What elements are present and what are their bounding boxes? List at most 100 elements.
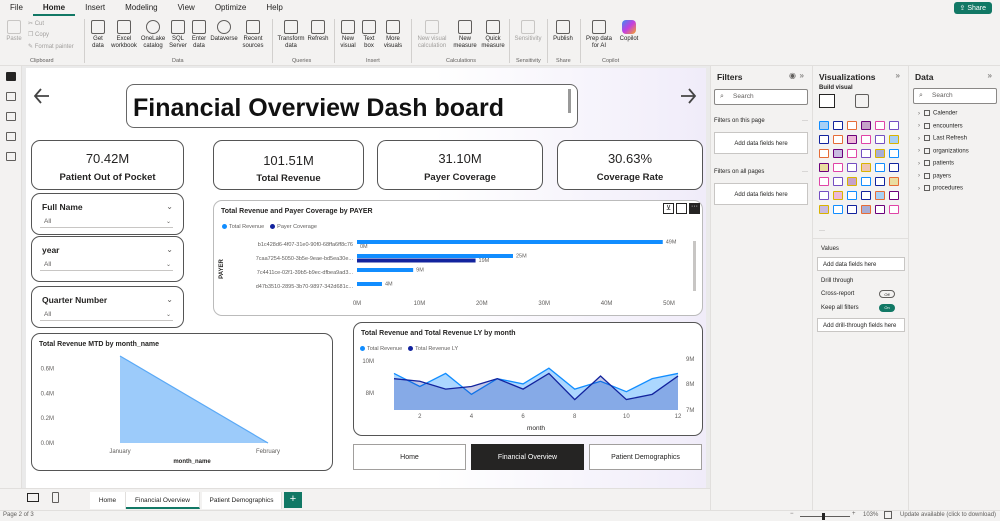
visual-type-icon[interactable] xyxy=(861,135,871,144)
data-table-item[interactable]: › payers xyxy=(918,172,951,179)
filters-page-drop-zone[interactable]: Add data fields here xyxy=(714,132,808,154)
page-tab-financial-overview[interactable]: Financial Overview xyxy=(126,492,200,509)
visual-type-icon[interactable] xyxy=(861,205,871,214)
visual-type-icon[interactable] xyxy=(847,149,857,158)
slicer-dropdown[interactable]: All ⌄ xyxy=(40,259,173,271)
chevron-right-icon[interactable]: › xyxy=(918,136,920,142)
mtd-area-chart-card[interactable]: Total Revenue MTD by month_name 0.0M 0.2M… xyxy=(31,333,333,471)
chevron-right-icon[interactable]: › xyxy=(918,123,920,129)
visual-type-icon[interactable] xyxy=(889,191,899,200)
revenue-ly-chart-card[interactable]: Total Revenue and Total Revenue LY by mo… xyxy=(353,322,703,436)
visual-type-icon[interactable] xyxy=(833,205,843,214)
slicer-full-name[interactable]: Full Name ⌄ All ⌄ xyxy=(31,193,184,235)
new-measure-button[interactable]: New measure xyxy=(452,20,478,50)
data-table-item[interactable]: › procedures xyxy=(918,185,963,192)
menu-insert[interactable]: Insert xyxy=(75,0,115,16)
visual-type-icon[interactable] xyxy=(819,205,829,214)
prep-data-button[interactable]: Prep data for AI xyxy=(584,20,614,50)
collapse-data-icon[interactable]: » xyxy=(988,71,992,80)
build-visual-icon[interactable] xyxy=(819,94,835,108)
back-arrow-icon[interactable] xyxy=(32,86,52,106)
cross-report-toggle[interactable]: Off xyxy=(879,290,895,298)
visual-type-icon[interactable] xyxy=(861,177,871,186)
visual-type-icon[interactable] xyxy=(819,191,829,200)
visual-type-icon[interactable] xyxy=(889,121,899,130)
more-options-icon[interactable]: ··· xyxy=(802,118,808,124)
slicer-quarter-number[interactable]: Quarter Number ⌄ All ⌄ xyxy=(31,286,184,328)
visual-type-icon[interactable] xyxy=(889,135,899,144)
menu-home[interactable]: Home xyxy=(32,0,76,16)
refresh-button[interactable]: Refresh xyxy=(307,20,329,43)
cut-button[interactable]: ✂ Cut xyxy=(28,21,83,28)
enter-data-button[interactable]: Enter data xyxy=(190,20,208,50)
mobile-layout-icon[interactable] xyxy=(52,492,59,503)
fit-to-page-icon[interactable] xyxy=(884,511,892,519)
filters-all-drop-zone[interactable]: Add data fields here xyxy=(714,183,808,205)
visual-type-icon[interactable] xyxy=(889,149,899,158)
visual-type-icon[interactable] xyxy=(889,177,899,186)
visual-type-icon[interactable] xyxy=(861,191,871,200)
nav-home-button[interactable]: Home xyxy=(353,444,466,470)
quick-measure-button[interactable]: Quick measure xyxy=(480,20,506,50)
more-visuals-button[interactable]: More visuals xyxy=(380,20,406,50)
onelake-button[interactable]: OneLake catalog xyxy=(140,20,166,50)
visual-type-icon[interactable] xyxy=(875,121,885,130)
visual-type-icon[interactable] xyxy=(847,191,857,200)
excel-button[interactable]: Excel workbook xyxy=(110,20,138,50)
visual-type-icon[interactable] xyxy=(847,163,857,172)
paste-button[interactable]: Paste xyxy=(4,20,24,43)
visual-type-icon[interactable] xyxy=(847,121,857,130)
page-tab-patient-demographics[interactable]: Patient Demographics xyxy=(202,492,282,509)
tmdl-view-icon[interactable] xyxy=(6,152,16,161)
visual-type-icon[interactable] xyxy=(861,121,871,130)
zoom-out-button[interactable]: − xyxy=(790,511,794,517)
chevron-right-icon[interactable]: › xyxy=(918,148,920,154)
desktop-layout-icon[interactable] xyxy=(27,493,39,502)
eye-icon[interactable]: ◉ xyxy=(789,71,796,80)
menu-help[interactable]: Help xyxy=(256,0,292,16)
model-view-icon[interactable] xyxy=(6,112,16,121)
data-table-item[interactable]: › Calender xyxy=(918,110,957,117)
menu-modeling[interactable]: Modeling xyxy=(115,0,167,16)
filters-search-input[interactable]: ⌕ Search xyxy=(714,89,808,105)
dax-query-icon[interactable] xyxy=(6,132,16,141)
visual-type-icon[interactable] xyxy=(847,205,857,214)
visual-type-icon[interactable] xyxy=(819,149,829,158)
transform-data-button[interactable]: Transform data xyxy=(276,20,306,50)
visual-type-icon[interactable] xyxy=(875,177,885,186)
visual-type-icon[interactable] xyxy=(861,163,871,172)
report-view-icon[interactable] xyxy=(6,72,16,81)
collapse-visualizations-icon[interactable]: » xyxy=(896,71,900,80)
new-visual-button[interactable]: New visual xyxy=(338,20,358,50)
visual-type-icon[interactable] xyxy=(875,163,885,172)
menu-optimize[interactable]: Optimize xyxy=(205,0,257,16)
text-box-button[interactable]: Text box xyxy=(360,20,378,50)
add-page-button[interactable]: + xyxy=(284,492,302,508)
visual-type-icon[interactable] xyxy=(833,191,843,200)
more-options-icon[interactable]: ··· xyxy=(802,169,808,175)
visual-type-icon[interactable] xyxy=(833,163,843,172)
visual-type-icon[interactable] xyxy=(875,205,885,214)
data-table-item[interactable]: › Last Refresh xyxy=(918,135,967,142)
data-table-item[interactable]: › patients xyxy=(918,160,954,167)
nav-financial-overview-button[interactable]: Financial Overview xyxy=(471,444,584,470)
recent-sources-button[interactable]: Recent sources xyxy=(240,20,266,50)
visual-type-icon[interactable] xyxy=(819,135,829,144)
slicer-dropdown[interactable]: All ⌄ xyxy=(40,216,173,228)
keep-filters-toggle[interactable]: On xyxy=(879,304,895,312)
visual-type-icon[interactable] xyxy=(847,135,857,144)
format-painter-button[interactable]: ✎ Format painter xyxy=(28,44,83,51)
update-notice[interactable]: Update available (click to download) xyxy=(900,512,996,518)
data-search-input[interactable]: ⌕ Search xyxy=(913,88,997,104)
visual-type-icon[interactable] xyxy=(819,177,829,186)
chevron-down-icon[interactable]: ⌄ xyxy=(166,245,173,254)
sql-button[interactable]: SQL Server xyxy=(168,20,188,50)
zoom-slider[interactable] xyxy=(800,516,850,517)
chevron-down-icon[interactable]: ⌄ xyxy=(166,202,173,211)
get-data-button[interactable]: Get data xyxy=(88,20,108,50)
chevron-down-icon[interactable]: ⌄ xyxy=(166,295,173,304)
forward-arrow-icon[interactable] xyxy=(678,86,698,106)
visual-type-icon[interactable] xyxy=(833,177,843,186)
visual-type-icon[interactable] xyxy=(875,191,885,200)
visual-type-icon[interactable] xyxy=(819,163,829,172)
